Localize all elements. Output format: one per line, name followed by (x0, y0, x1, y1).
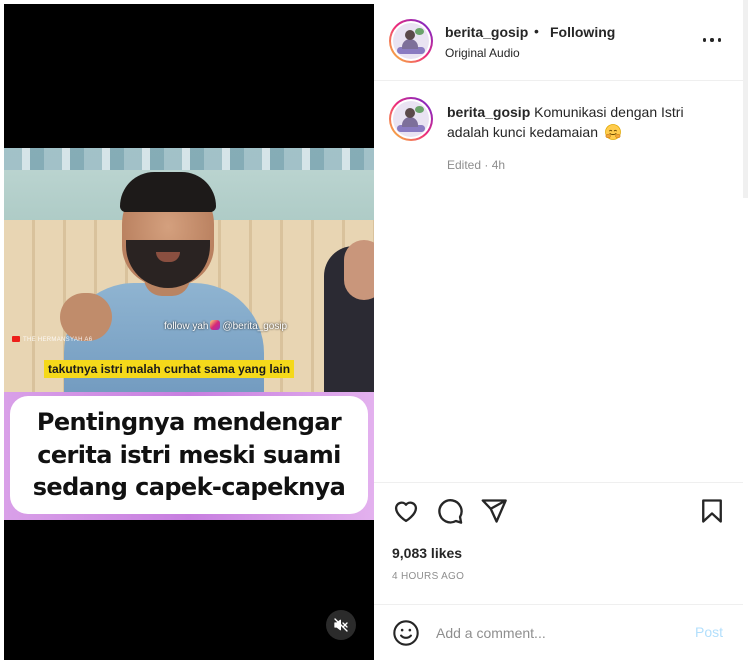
comment-meta: Edited · 4h (447, 158, 506, 172)
share-icon[interactable] (480, 497, 508, 525)
background-strip (743, 0, 748, 198)
hugging-face-emoji (605, 124, 621, 140)
video-frame: follow yah @berita_gosip THE HERMANSYAH A… (4, 148, 374, 396)
channel-label: THE HERMANSYAH A6 (12, 336, 92, 343)
bookmark-icon[interactable] (698, 497, 726, 525)
mute-button[interactable] (326, 610, 356, 640)
smiley-icon[interactable] (392, 619, 420, 647)
instagram-icon (210, 320, 221, 330)
instagram-post-dialog: follow yah @berita_gosip THE HERMANSYAH A… (0, 0, 748, 667)
caption-card: Pentingnya mendengar cerita istri meski … (10, 396, 368, 514)
caption-text: berita_gosip Komunikasi dengan Istri ada… (447, 102, 717, 142)
post-sidebar: berita_gosip • Following Original Audio … (374, 4, 743, 660)
caption-band: Pentingnya mendengar cerita istri meski … (4, 392, 374, 520)
comment-icon[interactable] (436, 497, 464, 525)
following-button[interactable]: Following (550, 24, 615, 40)
comment-username[interactable]: berita_gosip (447, 104, 530, 120)
video-subtitle: takutnya istri malah curhat sama yang la… (44, 360, 295, 378)
avatar[interactable] (389, 19, 433, 63)
balloon-decoration (4, 148, 374, 170)
heart-icon[interactable] (392, 497, 420, 525)
post-button[interactable]: Post (695, 624, 723, 640)
video-player[interactable]: follow yah @berita_gosip THE HERMANSYAH A… (4, 4, 374, 660)
avatar-image (393, 101, 429, 137)
video-caption-text: Pentingnya mendengar cerita istri meski … (32, 408, 346, 502)
add-comment-bar: Post (374, 604, 743, 660)
action-bar: 9,083 likes 4 HOURS AGO (374, 482, 743, 604)
woman-face (344, 240, 374, 300)
channel-name: THE HERMANSYAH A6 (23, 337, 93, 343)
header-username[interactable]: berita_gosip (445, 24, 528, 40)
man-hand (60, 293, 112, 341)
youtube-icon (12, 336, 20, 342)
post-timestamp: 4 HOURS AGO (392, 571, 465, 582)
comment-input[interactable] (436, 619, 676, 647)
watermark-prefix: follow yah (164, 321, 209, 332)
avatar[interactable] (389, 97, 433, 141)
avatar-image (393, 23, 429, 59)
video-watermark: follow yah @berita_gosip (164, 320, 287, 332)
watermark-handle: @berita_gosip (222, 321, 288, 332)
audio-link[interactable]: Original Audio (445, 46, 520, 60)
man-hair (120, 172, 216, 212)
muted-speaker-icon (334, 618, 348, 632)
post-header: berita_gosip • Following Original Audio (374, 4, 743, 81)
more-options-icon[interactable] (700, 32, 724, 48)
header-separator: • (534, 23, 539, 39)
like-count[interactable]: 9,083 likes (392, 545, 462, 561)
